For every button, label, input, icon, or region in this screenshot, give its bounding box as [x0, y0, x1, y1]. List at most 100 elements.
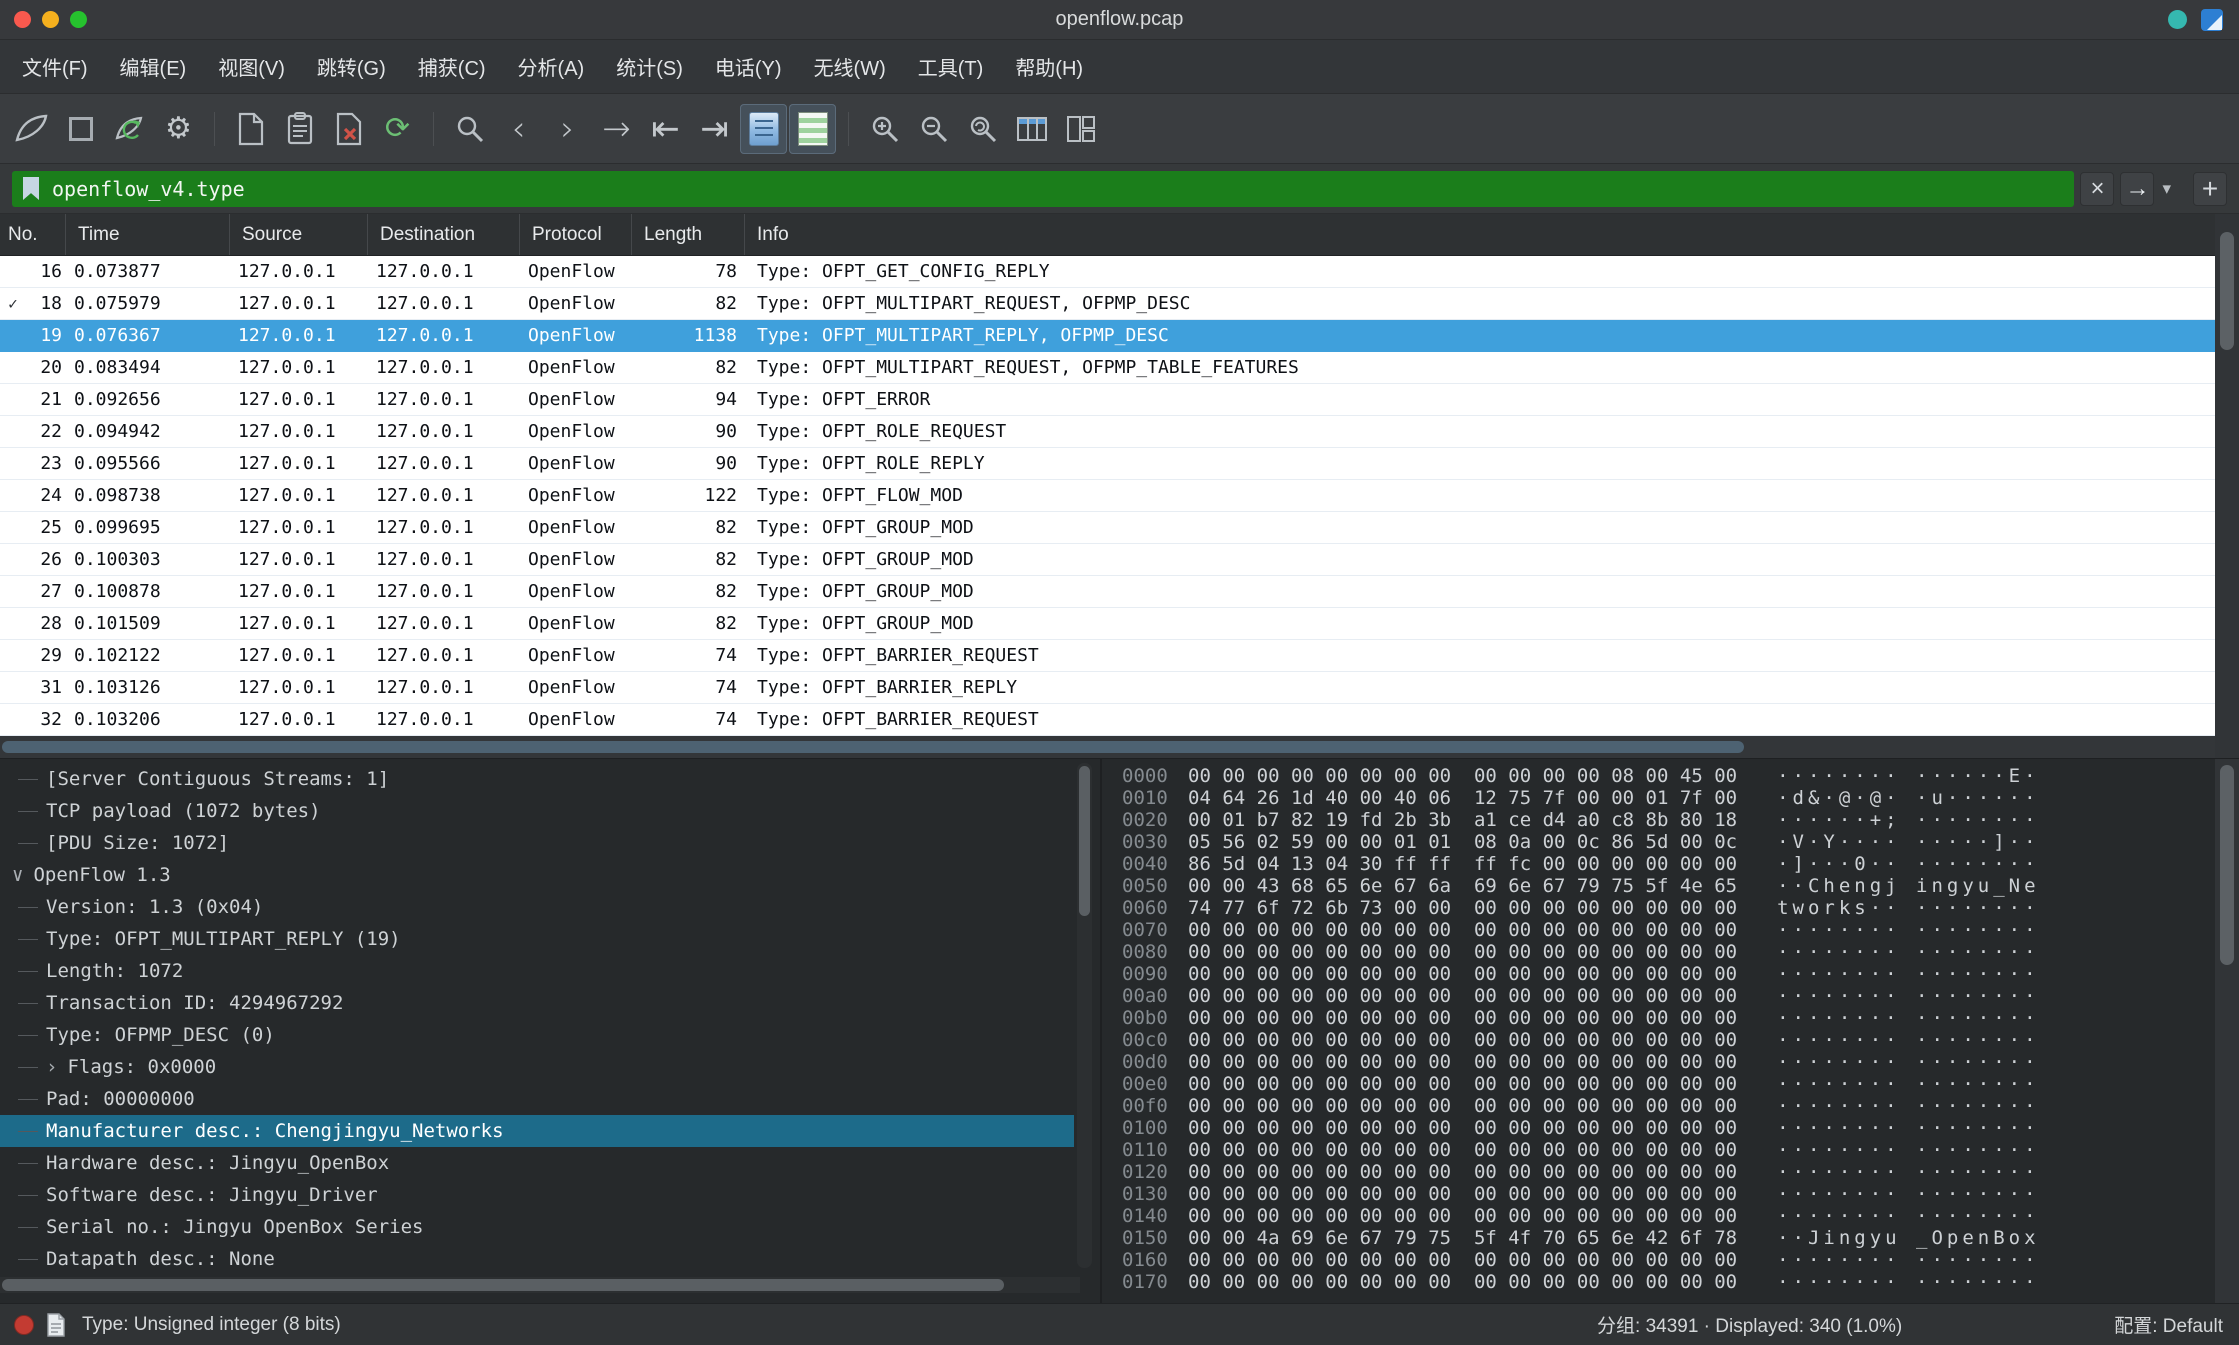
hex-ascii[interactable]: ········ ········ [1777, 1095, 2039, 1117]
detail-line[interactable]: Software desc.: Jingyu_Driver [0, 1179, 1074, 1211]
open-file-button[interactable] [227, 104, 274, 154]
hex-bytes[interactable]: 00 00 00 00 00 00 00 00 00 00 00 00 00 0… [1188, 1205, 1737, 1227]
hex-bytes[interactable]: 86 5d 04 13 04 30 ff ff ff fc 00 00 00 0… [1188, 853, 1737, 875]
packet-row[interactable]: 28 0.101509 127.0.0.1 127.0.0.1 OpenFlow… [0, 608, 2215, 640]
reload-file-button[interactable]: ⟳ [374, 104, 421, 154]
hex-row[interactable]: 001004 64 26 1d 40 00 40 06 12 75 7f 00 … [1102, 787, 2239, 809]
packet-row[interactable]: 26 0.100303 127.0.0.1 127.0.0.1 OpenFlow… [0, 544, 2215, 576]
scrollbar-handle[interactable] [2220, 232, 2234, 350]
hex-bytes[interactable]: 00 00 00 00 00 00 00 00 00 00 00 00 00 0… [1188, 1007, 1737, 1029]
packet-row[interactable]: ✓ 18 0.075979 127.0.0.1 127.0.0.1 OpenFl… [0, 288, 2215, 320]
hex-ascii[interactable]: ··Chengj ingyu_Ne [1777, 875, 2039, 897]
packet-row[interactable]: 19 0.076367 127.0.0.1 127.0.0.1 OpenFlow… [0, 320, 2215, 352]
hex-row[interactable]: 015000 00 4a 69 6e 67 79 75 5f 4f 70 65 … [1102, 1227, 2239, 1249]
scrollbar-handle[interactable] [2, 1279, 1004, 1291]
hex-row[interactable]: 000000 00 00 00 00 00 00 00 00 00 00 00 … [1102, 765, 2239, 787]
hex-ascii[interactable]: ········ ········ [1777, 1139, 2039, 1161]
profile-status[interactable]: 配置: Default [2114, 1311, 2225, 1338]
hex-bytes[interactable]: 00 00 00 00 00 00 00 00 00 00 00 00 00 0… [1188, 1271, 1737, 1293]
hex-ascii[interactable]: ········ ········ [1777, 1205, 2039, 1227]
packet-list-vertical-scrollbar[interactable] [2215, 214, 2239, 758]
detail-line[interactable]: [PDU Size: 1072] [0, 827, 1074, 859]
packet-row[interactable]: 21 0.092656 127.0.0.1 127.0.0.1 OpenFlow… [0, 384, 2215, 416]
hex-row[interactable]: 011000 00 00 00 00 00 00 00 00 00 00 00 … [1102, 1139, 2239, 1161]
expert-info-icon[interactable] [14, 1315, 34, 1335]
details-vertical-scrollbar[interactable] [1077, 763, 1092, 1268]
filter-dropdown-caret[interactable]: ▾ [2162, 179, 2171, 199]
menu-item[interactable]: 工具(T) [902, 44, 1000, 89]
menu-item[interactable]: 分析(A) [502, 44, 601, 89]
column-header-time[interactable]: Time [66, 214, 230, 255]
menu-item[interactable]: 无线(W) [798, 44, 902, 89]
hex-ascii[interactable]: ········ ········ [1777, 1117, 2039, 1139]
detail-line[interactable]: Transaction ID: 4294967292 [0, 987, 1074, 1019]
hex-bytes[interactable]: 00 00 00 00 00 00 00 00 00 00 00 00 00 0… [1188, 919, 1737, 941]
hex-bytes[interactable]: 00 00 00 00 00 00 00 00 00 00 00 00 00 0… [1188, 941, 1737, 963]
hex-row[interactable]: 017000 00 00 00 00 00 00 00 00 00 00 00 … [1102, 1271, 2239, 1293]
hex-row[interactable]: 002000 01 b7 82 19 fd 2b 3b a1 ce d4 a0 … [1102, 809, 2239, 831]
hex-row[interactable]: 00a000 00 00 00 00 00 00 00 00 00 00 00 … [1102, 985, 2239, 1007]
hex-bytes[interactable]: 05 56 02 59 00 00 01 01 08 0a 00 0c 86 5… [1188, 831, 1737, 853]
zoom-out-button[interactable] [910, 104, 957, 154]
scrollbar-handle[interactable] [2220, 765, 2234, 965]
hex-ascii[interactable]: ········ ········ [1777, 1183, 2039, 1205]
zoom-in-button[interactable] [861, 104, 908, 154]
find-packet-button[interactable] [446, 104, 493, 154]
clear-filter-button[interactable]: × [2080, 172, 2114, 206]
hex-bytes[interactable]: 00 00 00 00 00 00 00 00 00 00 00 00 00 0… [1188, 1117, 1737, 1139]
last-packet-button[interactable]: ⇥ [691, 104, 738, 154]
detail-line[interactable]: [Server Contiguous Streams: 1] [0, 763, 1074, 795]
filter-value[interactable]: openflow_v4.type [52, 177, 245, 201]
hex-bytes[interactable]: 00 00 00 00 00 00 00 00 00 00 00 00 00 0… [1188, 1051, 1737, 1073]
menu-item[interactable]: 统计(S) [600, 44, 699, 89]
hex-ascii[interactable]: ········ ········ [1777, 919, 2039, 941]
packet-row[interactable]: 23 0.095566 127.0.0.1 127.0.0.1 OpenFlow… [0, 448, 2215, 480]
menu-item[interactable]: 文件(F) [6, 44, 104, 89]
packet-row[interactable]: 20 0.083494 127.0.0.1 127.0.0.1 OpenFlow… [0, 352, 2215, 384]
hex-bytes[interactable]: 00 00 00 00 00 00 00 00 00 00 00 00 00 0… [1188, 985, 1737, 1007]
detail-line[interactable]: ›Flags: 0x0000 [0, 1051, 1074, 1083]
hex-bytes[interactable]: 04 64 26 1d 40 00 40 06 12 75 7f 00 00 0… [1188, 787, 1737, 809]
scrollbar-handle[interactable] [2, 741, 1744, 753]
detail-line[interactable]: ∨OpenFlow 1.3 [0, 859, 1074, 891]
hex-row[interactable]: 010000 00 00 00 00 00 00 00 00 00 00 00 … [1102, 1117, 2239, 1139]
screen-recording-indicator-icon[interactable] [2168, 10, 2187, 29]
detail-line[interactable]: Version: 1.3 (0x04) [0, 891, 1074, 923]
hex-bytes[interactable]: 00 01 b7 82 19 fd 2b 3b a1 ce d4 a0 c8 8… [1188, 809, 1737, 831]
detail-line[interactable]: Type: OFPT_MULTIPART_REPLY (19) [0, 923, 1074, 955]
packet-row[interactable]: 24 0.098738 127.0.0.1 127.0.0.1 OpenFlow… [0, 480, 2215, 512]
detail-line[interactable]: Hardware desc.: Jingyu_OpenBox [0, 1147, 1074, 1179]
menu-item[interactable]: 电话(Y) [699, 44, 798, 89]
hex-bytes[interactable]: 00 00 00 00 00 00 00 00 00 00 00 00 00 0… [1188, 1249, 1737, 1271]
hex-ascii[interactable]: ········ ········ [1777, 1073, 2039, 1095]
hex-ascii[interactable]: ··Jingyu _OpenBox [1777, 1227, 2039, 1249]
hex-bytes[interactable]: 00 00 43 68 65 6e 67 6a 69 6e 67 79 75 5… [1188, 875, 1737, 897]
save-file-button[interactable] [276, 104, 323, 154]
hex-vertical-scrollbar[interactable] [2215, 759, 2239, 1303]
packet-row[interactable]: 27 0.100878 127.0.0.1 127.0.0.1 OpenFlow… [0, 576, 2215, 608]
display-filter-input[interactable]: openflow_v4.type [12, 171, 2074, 207]
hex-bytes[interactable]: 00 00 00 00 00 00 00 00 00 00 00 00 00 0… [1188, 1161, 1737, 1183]
expander-icon[interactable]: ∨ [12, 864, 23, 886]
close-file-button[interactable] [325, 104, 372, 154]
go-to-packet-button[interactable]: → [593, 104, 640, 154]
hex-ascii[interactable]: ·d&·@·@· ·u······ [1777, 787, 2039, 809]
hex-row[interactable]: 004086 5d 04 13 04 30 ff ff ff fc 00 00 … [1102, 853, 2239, 875]
go-forward-button[interactable]: › [544, 104, 591, 154]
hex-row[interactable]: 005000 00 43 68 65 6e 67 6a 69 6e 67 79 … [1102, 875, 2239, 897]
add-filter-button[interactable]: + [2193, 172, 2227, 206]
column-header-source[interactable]: Source [230, 214, 368, 255]
resize-columns-button[interactable] [1008, 104, 1055, 154]
menu-item[interactable]: 帮助(H) [999, 44, 1099, 89]
hex-row[interactable]: 009000 00 00 00 00 00 00 00 00 00 00 00 … [1102, 963, 2239, 985]
menu-item[interactable]: 视图(V) [202, 44, 301, 89]
hex-row[interactable]: 014000 00 00 00 00 00 00 00 00 00 00 00 … [1102, 1205, 2239, 1227]
capture-start-button[interactable] [8, 104, 55, 154]
hex-row[interactable]: 016000 00 00 00 00 00 00 00 00 00 00 00 … [1102, 1249, 2239, 1271]
hex-row[interactable]: 00f000 00 00 00 00 00 00 00 00 00 00 00 … [1102, 1095, 2239, 1117]
detail-line[interactable]: Type: OFPMP_DESC (0) [0, 1019, 1074, 1051]
hex-bytes[interactable]: 00 00 00 00 00 00 00 00 00 00 00 00 00 0… [1188, 1183, 1737, 1205]
detail-line[interactable]: TCP payload (1072 bytes) [0, 795, 1074, 827]
hex-row[interactable]: 007000 00 00 00 00 00 00 00 00 00 00 00 … [1102, 919, 2239, 941]
hex-ascii[interactable]: ········ ········ [1777, 941, 2039, 963]
